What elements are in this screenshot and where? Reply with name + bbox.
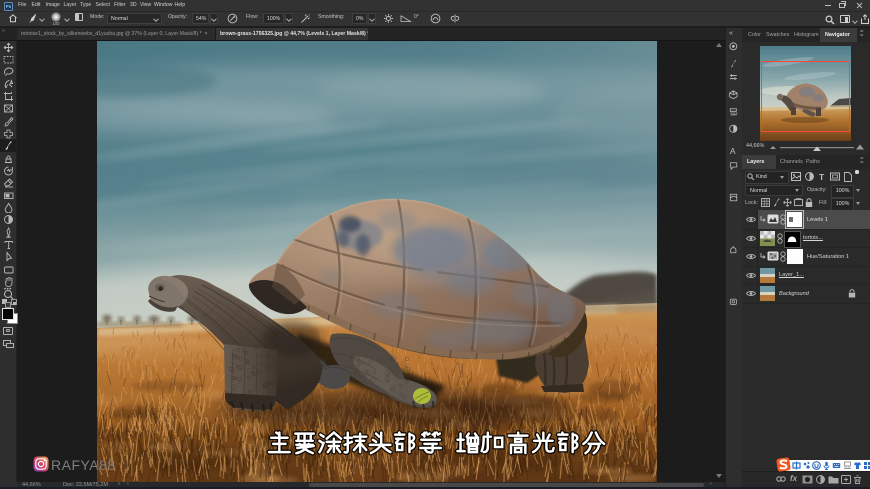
svg-text:A: A <box>730 146 736 156</box>
